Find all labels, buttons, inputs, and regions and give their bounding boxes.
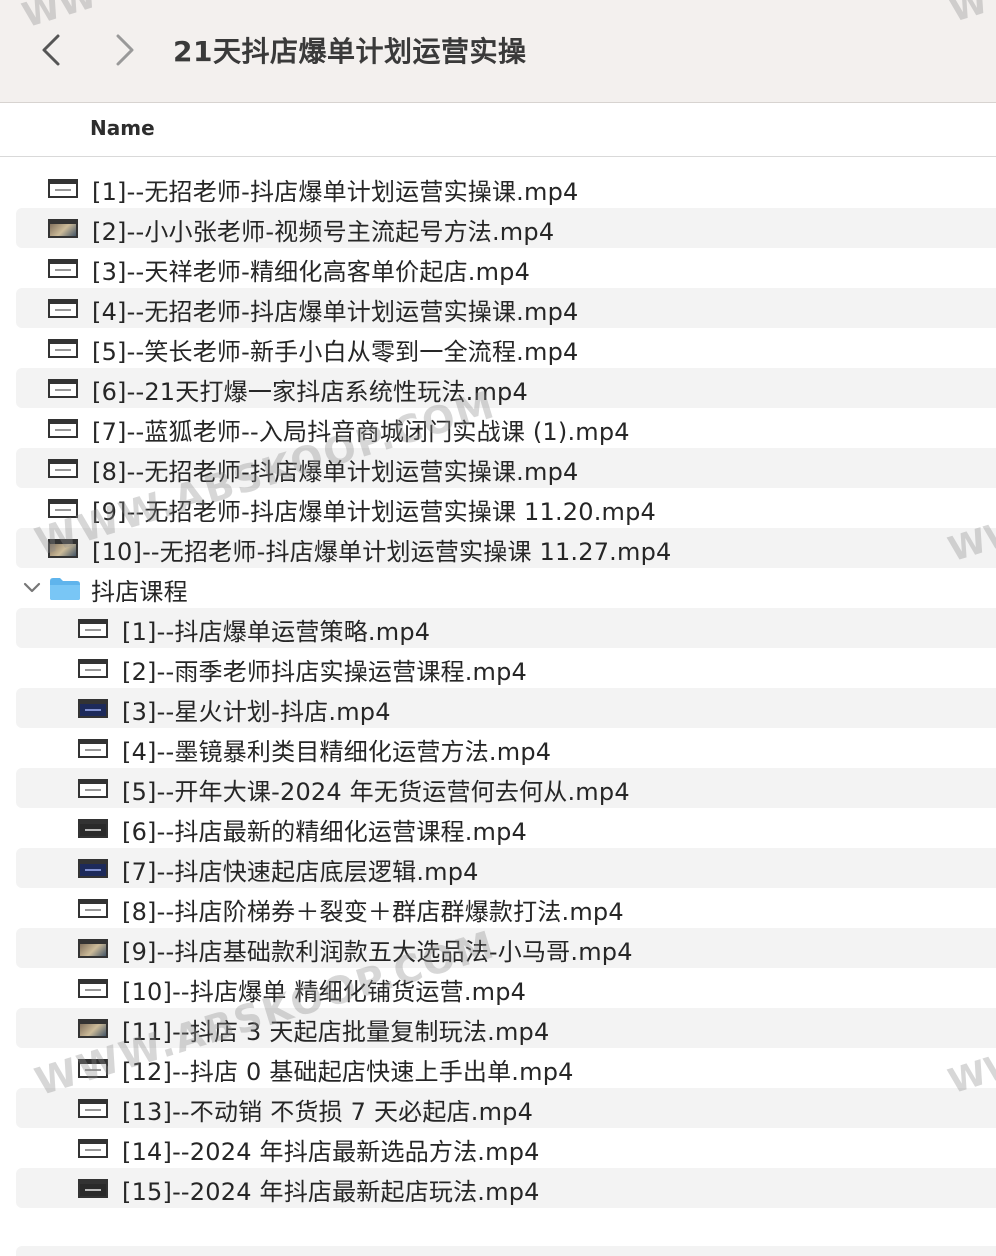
folder-icon [50,578,80,600]
forward-button[interactable] [104,28,144,72]
file-name: [2]--雨季老师抖店实操运营课程.mp4 [122,658,528,686]
video-thumbnail-icon [78,859,108,878]
list-item[interactable]: [14]--2024 年抖店最新选品方法.mp4 [16,1128,996,1168]
file-name: [9]--抖店基础款利润款五大选品法-小马哥.mp4 [122,938,633,966]
video-thumbnail-icon [48,259,78,278]
window-title: 21天抖店爆单计划运营实操 [173,35,527,68]
file-name: [11]--抖店 3 天起店批量复制玩法.mp4 [122,1018,550,1046]
list-item[interactable]: [12]--抖店 0 基础起店快速上手出单.mp4 [16,1048,996,1088]
video-thumbnail-icon [78,659,108,678]
back-button[interactable] [32,28,72,72]
list-item[interactable]: [15]--2024 年抖店最新起店玩法.mp4 [16,1168,996,1208]
file-name: [3]--天祥老师-精细化高客单价起店.mp4 [92,258,531,286]
list-item[interactable]: [7]--蓝狐老师--入局抖音商城闭门实战课 (1).mp4 [16,408,996,448]
list-item[interactable]: [10]--无招老师-抖店爆单计划运营实操课 11.27.mp4 [16,528,996,568]
list-item[interactable]: [3]--天祥老师-精细化高客单价起店.mp4 [16,248,996,288]
list-item[interactable]: [4]--无招老师-抖店爆单计划运营实操课.mp4 [16,288,996,328]
list-item[interactable]: [9]--无招老师-抖店爆单计划运营实操课 11.20.mp4 [16,488,996,528]
video-thumbnail-icon [48,339,78,358]
file-name: [8]--抖店阶梯券＋裂变＋群店群爆款打法.mp4 [122,898,624,926]
list-item[interactable]: [10]--抖店爆单 精细化铺货运营.mp4 [16,968,996,1008]
file-name: [8]--无招老师-抖店爆单计划运营实操课.mp4 [92,458,579,486]
list-item[interactable]: [1]--无招老师-抖店爆单计划运营实操课.mp4 [16,168,996,208]
name-column-header[interactable]: Name [90,116,155,140]
video-thumbnail-icon [48,499,78,518]
folder-row[interactable]: 抖店课程 [16,568,996,608]
list-item[interactable]: [8]--无招老师-抖店爆单计划运营实操课.mp4 [16,448,996,488]
video-thumbnail-icon [78,1179,108,1198]
video-thumbnail-icon [78,779,108,798]
file-name: [15]--2024 年抖店最新起店玩法.mp4 [122,1178,540,1206]
list-item[interactable]: [6]--21天打爆一家抖店系统性玩法.mp4 [16,368,996,408]
file-name: [3]--星火计划-抖店.mp4 [122,698,391,726]
video-thumbnail-icon [78,1099,108,1118]
video-thumbnail-icon [48,459,78,478]
video-thumbnail-icon [48,179,78,198]
file-list: [1]--无招老师-抖店爆单计划运营实操课.mp4 [2]--小小张老师-视频号主… [0,168,996,1208]
list-row-partial [16,1246,996,1256]
file-name: [2]--小小张老师-视频号主流起号方法.mp4 [92,218,555,246]
file-name: [1]--无招老师-抖店爆单计划运营实操课.mp4 [92,178,579,206]
file-name: [12]--抖店 0 基础起店快速上手出单.mp4 [122,1058,574,1086]
list-item[interactable]: [8]--抖店阶梯券＋裂变＋群店群爆款打法.mp4 [16,888,996,928]
video-thumbnail-icon [48,419,78,438]
list-item[interactable]: [3]--星火计划-抖店.mp4 [16,688,996,728]
chevron-left-icon [42,34,60,66]
video-thumbnail-icon [78,899,108,918]
list-item[interactable]: [5]--开年大课-2024 年无货运营何去何从.mp4 [16,768,996,808]
list-item[interactable]: [5]--笑长老师-新手小白从零到一全流程.mp4 [16,328,996,368]
file-name: [6]--21天打爆一家抖店系统性玩法.mp4 [92,378,528,406]
file-name: [4]--墨镜暴利类目精细化运营方法.mp4 [122,738,552,766]
video-thumbnail-icon [78,819,108,838]
chevron-down-icon[interactable] [22,580,42,596]
file-name: [7]--蓝狐老师--入局抖音商城闭门实战课 (1).mp4 [92,418,630,446]
video-thumbnail-icon [48,299,78,318]
video-thumbnail-icon [78,619,108,638]
video-thumbnail-icon [48,379,78,398]
list-item[interactable]: [6]--抖店最新的精细化运营课程.mp4 [16,808,996,848]
file-name: [14]--2024 年抖店最新选品方法.mp4 [122,1138,540,1166]
list-item[interactable]: [1]--抖店爆单运营策略.mp4 [16,608,996,648]
file-name: [6]--抖店最新的精细化运营课程.mp4 [122,818,528,846]
file-name: [9]--无招老师-抖店爆单计划运营实操课 11.20.mp4 [92,498,657,526]
video-thumbnail-icon [78,939,108,958]
chevron-right-icon [116,34,134,66]
video-thumbnail-icon [48,539,78,558]
list-item[interactable]: [9]--抖店基础款利润款五大选品法-小马哥.mp4 [16,928,996,968]
file-name: [5]--笑长老师-新手小白从零到一全流程.mp4 [92,338,579,366]
column-header: Name [0,103,996,157]
file-name: [10]--抖店爆单 精细化铺货运营.mp4 [122,978,527,1006]
video-thumbnail-icon [78,1059,108,1078]
file-name: [13]--不动销 不货损 7 天必起店.mp4 [122,1098,534,1126]
video-thumbnail-icon [78,739,108,758]
list-item[interactable]: [13]--不动销 不货损 7 天必起店.mp4 [16,1088,996,1128]
video-thumbnail-icon [78,1019,108,1038]
file-name: [7]--抖店快速起店底层逻辑.mp4 [122,858,479,886]
file-name: [10]--无招老师-抖店爆单计划运营实操课 11.27.mp4 [92,538,672,566]
folder-name: 抖店课程 [91,578,188,606]
list-item[interactable]: [11]--抖店 3 天起店批量复制玩法.mp4 [16,1008,996,1048]
video-thumbnail-icon [48,219,78,238]
video-thumbnail-icon [78,979,108,998]
video-thumbnail-icon [78,1139,108,1158]
list-item[interactable]: [7]--抖店快速起店底层逻辑.mp4 [16,848,996,888]
file-name: [1]--抖店爆单运营策略.mp4 [122,618,431,646]
list-item[interactable]: [2]--小小张老师-视频号主流起号方法.mp4 [16,208,996,248]
list-item[interactable]: [4]--墨镜暴利类目精细化运营方法.mp4 [16,728,996,768]
file-name: [5]--开年大课-2024 年无货运营何去何从.mp4 [122,778,630,806]
list-item[interactable]: [2]--雨季老师抖店实操运营课程.mp4 [16,648,996,688]
toolbar: 21天抖店爆单计划运营实操 [0,0,996,103]
file-name: [4]--无招老师-抖店爆单计划运营实操课.mp4 [92,298,579,326]
video-thumbnail-icon [78,699,108,718]
